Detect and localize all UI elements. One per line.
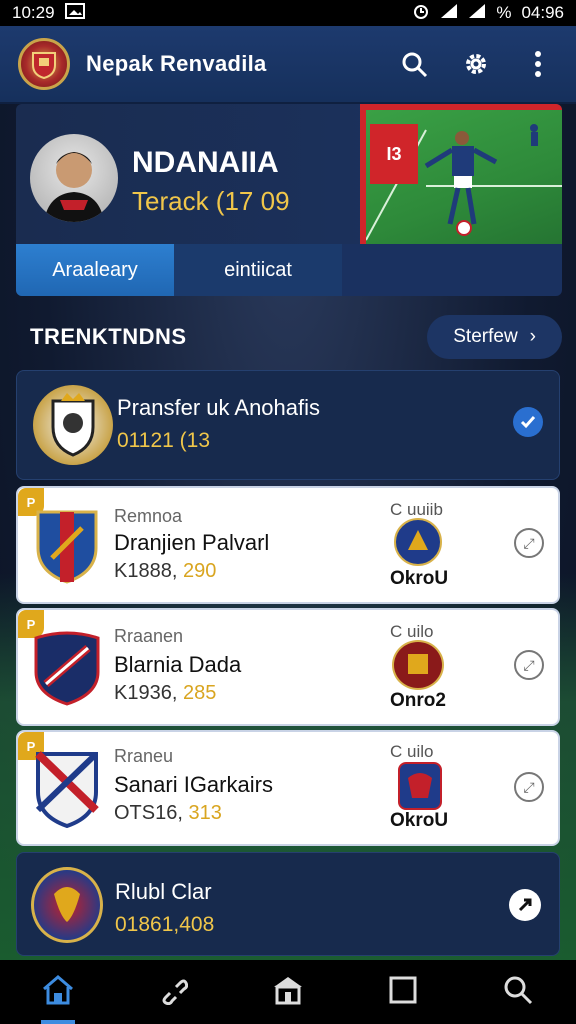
row-sublabel: Remnoa: [114, 506, 183, 526]
app-bar: Nepak Renvadila: [0, 26, 576, 104]
club-crest-icon: [33, 385, 113, 465]
photo-badge: I3: [370, 124, 418, 184]
status-bar: 10:29 % 04:96: [0, 0, 576, 26]
club-card-value: 01861,408: [115, 913, 215, 936]
featured-transfer-card[interactable]: Pransfer uk Anohafis 01121 (13: [16, 370, 560, 480]
battery-icon: %: [496, 3, 512, 22]
row-value-group: K1936, 285: [114, 682, 216, 705]
compare-icon[interactable]: ⤢: [514, 772, 544, 802]
signal-icon: [440, 3, 458, 24]
arrow-icon[interactable]: [509, 889, 541, 921]
show-all-button[interactable]: Sterfew ›: [427, 315, 562, 359]
more-menu-icon[interactable]: [518, 44, 558, 84]
featured-value: 01121 (13: [117, 429, 211, 452]
player-name: NDANAIIA: [132, 146, 279, 179]
square-icon: [389, 976, 417, 1009]
row-name: Blarnia Dada: [114, 652, 242, 677]
status-clock: 04:96: [521, 3, 564, 22]
row-value: 290: [182, 560, 217, 582]
row-sublabel: Rraanen: [114, 626, 184, 646]
row-value: 313: [188, 802, 222, 824]
bottom-navigation: [0, 960, 576, 1024]
row-sublabel: Rraneu: [114, 746, 174, 766]
opponent-name: OkroU: [390, 568, 449, 589]
tab-bar: Araaleary eintiicat: [16, 244, 562, 296]
opponent-name: OkroU: [390, 810, 449, 831]
opponent-crest-icon: [398, 762, 442, 810]
row-value-group: K1888, 290: [114, 560, 216, 583]
nav-link[interactable]: [138, 960, 208, 1024]
search-icon: [503, 975, 533, 1010]
row-right-label: C uilo: [390, 742, 434, 761]
row-value-prefix: K1888,: [114, 560, 178, 582]
player-avatar: [30, 134, 118, 222]
row-value-prefix: OTS16,: [114, 802, 183, 824]
nav-shop[interactable]: [253, 960, 323, 1024]
nav-square[interactable]: [368, 960, 438, 1024]
list-item[interactable]: P Rraneu Sanari IGarkairs OTS16, 313 C u…: [16, 730, 560, 846]
compare-icon[interactable]: ⤢: [514, 528, 544, 558]
compare-icon[interactable]: ⤢: [514, 650, 544, 680]
image-notification-icon: [64, 2, 85, 24]
list-item[interactable]: P Rraanen Blarnia Dada K1936, 285 C uilo…: [16, 608, 560, 726]
club-card-title: Rlubl Clar: [115, 879, 212, 904]
search-icon[interactable]: [394, 44, 434, 84]
tab-statistics[interactable]: eintiicat: [174, 244, 342, 296]
club-crest-icon: [32, 628, 102, 706]
check-icon[interactable]: [513, 407, 543, 437]
match-photo: I3: [360, 104, 562, 244]
app-title: Nepak Renvadila: [86, 51, 267, 76]
nav-home[interactable]: [23, 960, 93, 1024]
wifi-icon: [468, 3, 486, 24]
row-value-group: OTS16, 313: [114, 802, 222, 825]
row-right-label: C uuiib: [390, 500, 443, 519]
nav-search[interactable]: [483, 960, 553, 1024]
status-time: 10:29: [12, 3, 55, 22]
player-hero-card[interactable]: NDANAIIA Terack (17 09 I3: [16, 104, 562, 244]
shop-icon: [272, 975, 304, 1010]
link-icon: [158, 975, 188, 1010]
row-value-prefix: K1936,: [114, 682, 178, 704]
club-logo-icon[interactable]: [18, 38, 70, 90]
opponent-name: Onro2: [390, 690, 446, 711]
alarm-icon: [412, 2, 430, 25]
row-right-label: C uilo: [390, 622, 434, 641]
opponent-crest-icon: [394, 518, 442, 566]
club-crest-icon: [34, 750, 100, 829]
chevron-right-icon: ›: [529, 326, 536, 347]
club-card[interactable]: Rlubl Clar 01861,408: [16, 852, 560, 956]
show-all-label: Sterfew: [453, 326, 518, 347]
section-header: TRENKTNDNS Sterfew ›: [16, 312, 562, 362]
list-item[interactable]: P Remnoa Dranjien Palvarl K1888, 290 C u…: [16, 486, 560, 604]
club-crest-icon: [31, 867, 103, 943]
opponent-crest-icon: [392, 640, 444, 690]
featured-title: Pransfer uk Anohafis: [117, 395, 321, 420]
section-title: TRENKTNDNS: [30, 324, 187, 349]
tab-overview[interactable]: Araaleary: [16, 244, 174, 296]
gear-icon[interactable]: [456, 44, 496, 84]
row-name: Dranjien Palvarl: [114, 530, 270, 555]
row-name: Sanari IGarkairs: [114, 772, 273, 797]
row-value: 285: [182, 682, 217, 704]
player-subtitle: Terack (17 09: [132, 186, 290, 216]
home-icon: [41, 974, 75, 1010]
club-crest-icon: [34, 508, 100, 584]
